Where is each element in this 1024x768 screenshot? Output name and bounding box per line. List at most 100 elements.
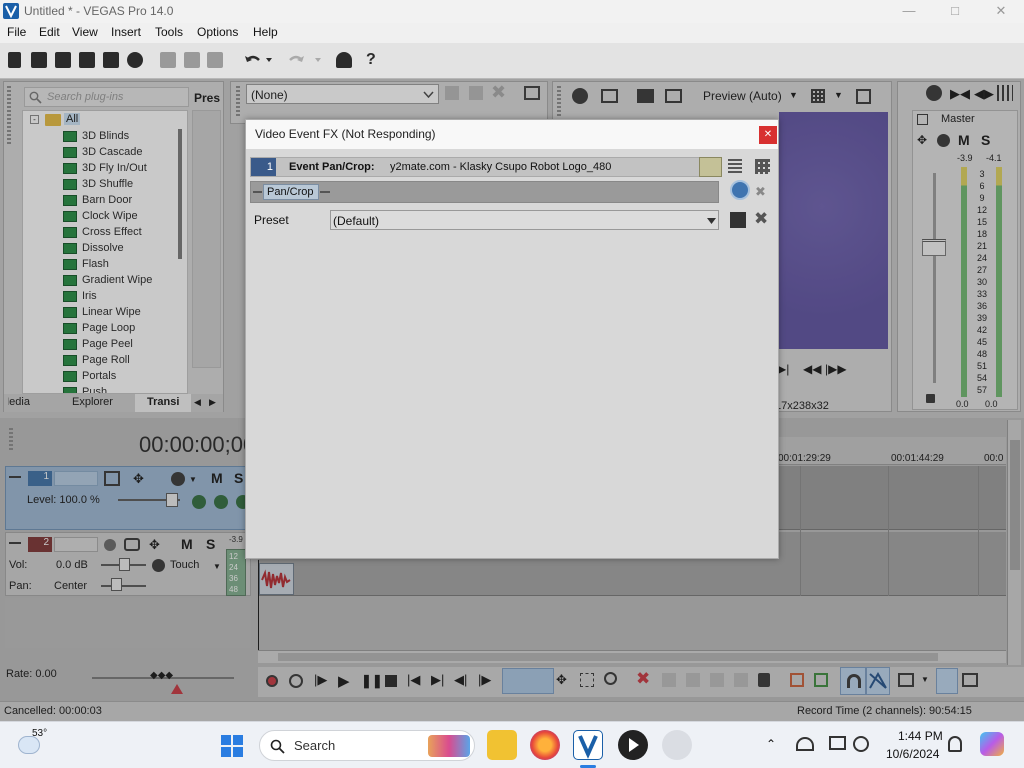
firefox-icon[interactable]	[530, 730, 560, 760]
show-hidden-icons-icon[interactable]: ⌃	[766, 737, 776, 751]
start-button-icon[interactable]	[221, 735, 243, 757]
weather-temp[interactable]: 53°	[32, 728, 47, 739]
downmix-icon[interactable]: ▶◀	[950, 86, 970, 102]
preview-settings-gear-icon[interactable]	[572, 88, 588, 104]
new-icon[interactable]	[8, 52, 21, 68]
menu-help[interactable]: Help	[253, 25, 278, 39]
previous-frame-icon[interactable]: ◀|	[454, 672, 467, 688]
track-mute-button[interactable]: M	[181, 536, 193, 552]
network-tool-icon[interactable]	[662, 730, 692, 760]
overlays-icon[interactable]	[665, 89, 682, 103]
invert-phase-icon[interactable]	[124, 538, 140, 551]
composite-child-icon[interactable]	[192, 495, 206, 509]
vscroll-thumb[interactable]	[1010, 440, 1020, 570]
fx-grid-view-icon[interactable]	[728, 159, 742, 173]
display-icon[interactable]	[829, 736, 846, 750]
menu-view[interactable]: View	[72, 25, 98, 39]
master-fx-gear-icon[interactable]	[937, 134, 950, 147]
next-marker-icon[interactable]: |▶▶	[825, 362, 847, 376]
maximize-button[interactable]: □	[932, 0, 978, 23]
tab-scroll-left-icon[interactable]: ◀	[194, 397, 201, 408]
trim-icon[interactable]	[662, 673, 676, 687]
fx-tile-view-icon[interactable]	[755, 159, 770, 174]
master-fx-icon[interactable]	[917, 114, 928, 125]
notification-bell-icon[interactable]	[948, 736, 962, 752]
chevron-down-icon[interactable]: ▼	[789, 90, 798, 100]
accessibility-icon[interactable]	[853, 736, 869, 752]
tab-transitions[interactable]: Transi	[135, 394, 191, 412]
clock-time[interactable]: 1:44 PM	[898, 729, 943, 743]
level-slider-handle[interactable]	[166, 493, 178, 507]
lock-envelopes-icon[interactable]	[936, 668, 958, 694]
record-icon[interactable]	[266, 675, 278, 687]
minimize-button[interactable]: —	[886, 0, 932, 23]
save-as-icon[interactable]	[79, 52, 95, 68]
timeline-vscroll[interactable]	[1007, 420, 1021, 665]
tab-explorer[interactable]: Explorer	[72, 396, 113, 408]
clock-date[interactable]: 10/6/2024	[886, 747, 939, 761]
external-monitor-icon[interactable]	[601, 89, 618, 103]
properties-gear-icon[interactable]	[127, 52, 143, 68]
trim-start-icon[interactable]	[686, 673, 700, 687]
track-fx-gear-icon[interactable]	[171, 472, 185, 486]
menu-tools[interactable]: Tools	[155, 25, 183, 39]
loop-playback-icon[interactable]	[289, 674, 303, 688]
go-to-start-icon[interactable]: |◀	[407, 672, 420, 688]
snapping-magnet-icon[interactable]	[840, 667, 866, 695]
menu-edit[interactable]: Edit	[39, 25, 60, 39]
open-icon[interactable]	[31, 52, 47, 68]
network-status-icon[interactable]	[796, 737, 814, 751]
whats-this-help-icon[interactable]: ?	[366, 51, 376, 69]
ripple-edit-icon[interactable]	[898, 673, 914, 687]
envelope-tool-icon[interactable]	[580, 673, 594, 687]
preset-select[interactable]: (Default)	[330, 210, 719, 230]
tab-media[interactable]: Media	[8, 396, 30, 408]
rate-slider-handle[interactable]: ◆◆◆	[150, 671, 174, 681]
cut-icon[interactable]	[160, 52, 176, 68]
pause-icon[interactable]: ❚❚	[361, 673, 383, 689]
track-collapse-icon[interactable]	[9, 542, 21, 544]
redo-arrow-icon[interactable]	[286, 52, 322, 68]
fx-add-icon[interactable]	[445, 86, 459, 100]
render-icon[interactable]	[103, 52, 119, 68]
preview-quality-dropdown[interactable]: Preview (Auto)	[703, 89, 782, 103]
automation-mode[interactable]: Touch	[170, 559, 199, 571]
track-solo-button[interactable]: S	[206, 536, 215, 552]
arm-record-icon[interactable]	[104, 539, 116, 551]
file-explorer-icon[interactable]	[487, 730, 517, 760]
zoom-tool-icon[interactable]	[604, 672, 617, 685]
master-fader-handle[interactable]	[922, 239, 946, 256]
tree-root-all[interactable]: All	[64, 113, 81, 125]
chevron-down-icon[interactable]: ▼	[213, 562, 221, 571]
automation-gear-icon[interactable]	[152, 559, 165, 572]
split-icon[interactable]	[734, 673, 748, 687]
settings-sliders-icon[interactable]	[997, 85, 1013, 101]
search-box[interactable]: Search	[259, 730, 475, 761]
timeline-hscroll[interactable]	[258, 650, 1006, 663]
chevron-down-icon[interactable]: ▼	[834, 90, 843, 100]
grid-icon[interactable]	[811, 89, 825, 103]
normal-edit-tool-icon[interactable]	[502, 668, 554, 694]
prev-marker-icon[interactable]: ◀◀	[803, 362, 821, 376]
audio-event-clip[interactable]	[259, 563, 294, 595]
play-icon[interactable]: ▶	[338, 672, 350, 690]
dim-icon[interactable]: ◀▶	[974, 86, 994, 102]
ignore-grouping-icon[interactable]	[962, 673, 978, 687]
insert-marker-icon[interactable]	[790, 673, 804, 687]
chevron-down-icon[interactable]: ▼	[189, 475, 197, 484]
track-solo-button[interactable]: S	[234, 470, 243, 486]
go-to-end-icon[interactable]: ▶|	[431, 672, 444, 688]
master-pan-icon[interactable]: ✥	[917, 133, 927, 147]
copy-icon[interactable]	[184, 52, 200, 68]
close-button[interactable]: ✕	[978, 0, 1024, 23]
lock-icon[interactable]	[926, 394, 935, 403]
master-mute-button[interactable]: M	[958, 132, 970, 148]
media-player-icon[interactable]	[618, 730, 648, 760]
enable-snapping-icon[interactable]	[336, 52, 352, 68]
track-motion-icon[interactable]: ✥	[133, 471, 144, 487]
track-header-video[interactable]: 1 ✥ ▼ M S Level: 100.0 %	[5, 466, 251, 530]
track-header-audio[interactable]: 2 ✥ M S Vol: 0.0 dB Touch ▼ Pan: Center …	[5, 532, 251, 596]
play-from-start-icon[interactable]: |▶	[314, 672, 327, 688]
fx-chain-icon[interactable]	[469, 86, 483, 100]
insert-region-icon[interactable]	[814, 673, 828, 687]
